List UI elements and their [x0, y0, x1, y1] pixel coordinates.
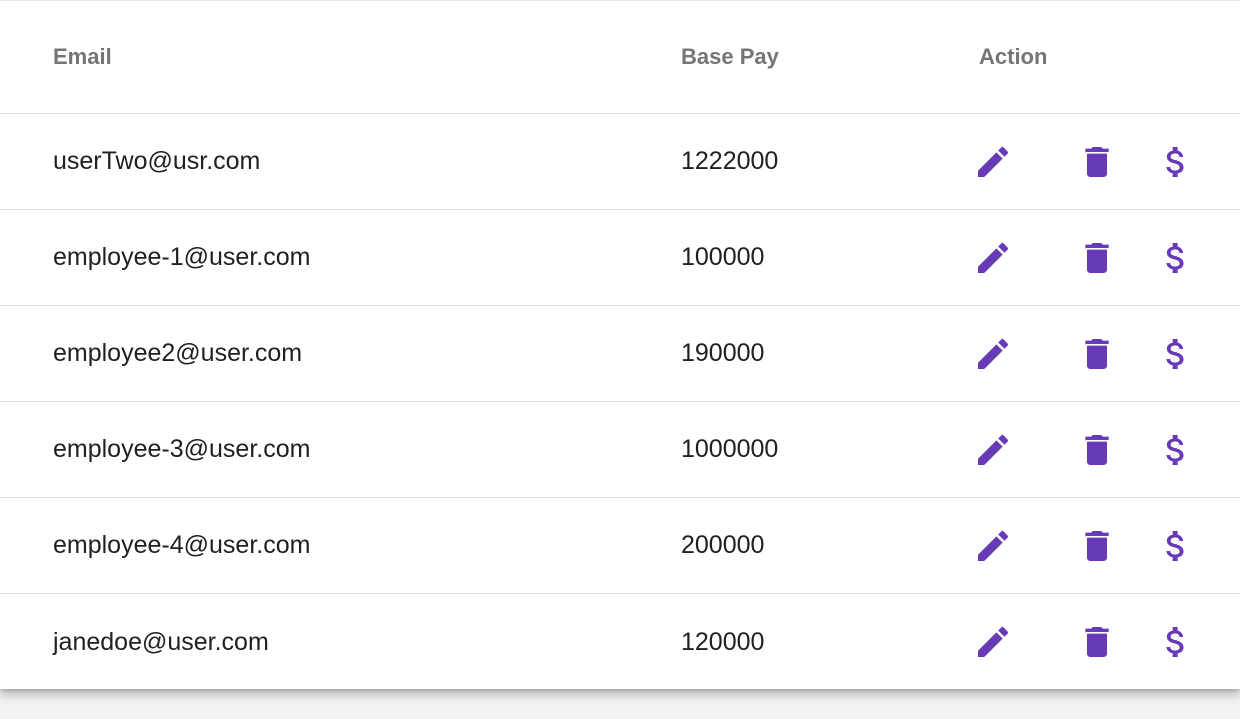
- delete-icon: [1077, 238, 1117, 278]
- pay-button[interactable]: [1154, 140, 1198, 184]
- email-cell: employee-1@user.com: [53, 243, 311, 271]
- column-header-action: Action: [979, 44, 1048, 69]
- dollar-icon: [1156, 526, 1196, 566]
- base-pay-cell: 1000000: [681, 435, 779, 463]
- edit-icon: [973, 334, 1013, 374]
- edit-button[interactable]: [971, 140, 1015, 184]
- edit-button[interactable]: [971, 332, 1015, 376]
- base-pay-cell: 200000: [681, 531, 765, 559]
- email-cell: employee-4@user.com: [53, 531, 311, 559]
- delete-button[interactable]: [1075, 332, 1119, 376]
- edit-button[interactable]: [971, 428, 1015, 472]
- dollar-icon: [1156, 334, 1196, 374]
- email-cell: employee2@user.com: [53, 339, 303, 367]
- email-cell: janedoe@user.com: [53, 627, 269, 656]
- table-body: userTwo@usr.com 1222000 employee-1@user.co…: [0, 114, 1240, 690]
- base-pay-cell: 120000: [681, 627, 765, 656]
- table-row: employee-4@user.com 200000: [0, 498, 1240, 594]
- table-row: userTwo@usr.com 1222000: [0, 114, 1240, 210]
- employee-table: Email Base Pay Action userTwo@usr.com 122…: [0, 0, 1240, 689]
- edit-button[interactable]: [971, 236, 1015, 280]
- table-row: employee-1@user.com 100000: [0, 210, 1240, 306]
- delete-button[interactable]: [1075, 428, 1119, 472]
- delete-button[interactable]: [1075, 236, 1119, 280]
- delete-icon: [1077, 430, 1117, 470]
- edit-button[interactable]: [971, 620, 1015, 664]
- dollar-icon: [1156, 622, 1196, 662]
- delete-button[interactable]: [1075, 524, 1119, 568]
- dollar-icon: [1156, 142, 1196, 182]
- pay-button[interactable]: [1154, 428, 1198, 472]
- dollar-icon: [1156, 238, 1196, 278]
- table-row: janedoe@user.com 120000: [0, 594, 1240, 690]
- edit-icon: [973, 238, 1013, 278]
- delete-icon: [1077, 622, 1117, 662]
- delete-icon: [1077, 142, 1117, 182]
- base-pay-cell: 100000: [681, 243, 765, 271]
- edit-icon: [973, 142, 1013, 182]
- email-cell: userTwo@usr.com: [53, 147, 261, 175]
- delete-icon: [1077, 334, 1117, 374]
- pay-button[interactable]: [1154, 236, 1198, 280]
- delete-icon: [1077, 526, 1117, 566]
- base-pay-cell: 1222000: [681, 147, 779, 175]
- delete-button[interactable]: [1075, 140, 1119, 184]
- delete-button[interactable]: [1075, 620, 1119, 664]
- base-pay-cell: 190000: [681, 339, 765, 367]
- table-row: employee-3@user.com 1000000: [0, 402, 1240, 498]
- dollar-icon: [1156, 430, 1196, 470]
- edit-icon: [973, 622, 1013, 662]
- edit-icon: [973, 430, 1013, 470]
- column-header-base-pay[interactable]: Base Pay: [681, 1, 779, 113]
- edit-icon: [973, 526, 1013, 566]
- pay-button[interactable]: [1154, 524, 1198, 568]
- column-header-email[interactable]: Email: [53, 1, 112, 113]
- pay-button[interactable]: [1154, 620, 1198, 664]
- email-cell: employee-3@user.com: [53, 435, 311, 463]
- table-row: employee2@user.com 190000: [0, 306, 1240, 402]
- table-header: Email Base Pay Action: [0, 1, 1240, 114]
- edit-button[interactable]: [971, 524, 1015, 568]
- pay-button[interactable]: [1154, 332, 1198, 376]
